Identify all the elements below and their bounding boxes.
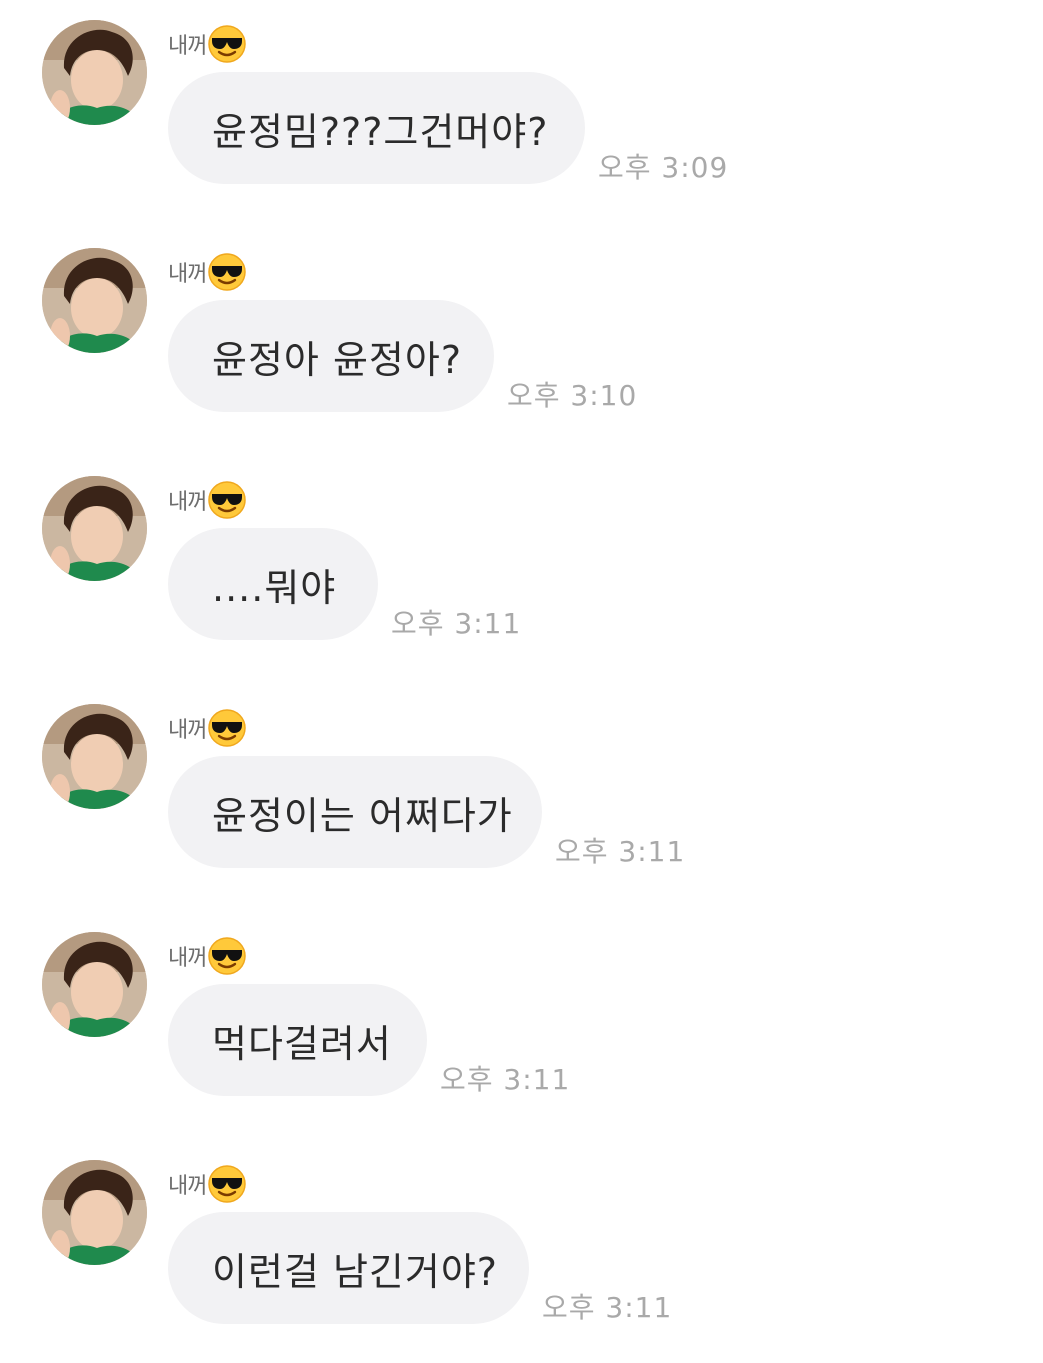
sender: 내꺼 xyxy=(168,478,247,522)
smiling-face-with-sunglasses-icon xyxy=(207,1164,247,1204)
message-bubble[interactable]: 윤정아 윤정아? xyxy=(168,300,494,412)
sender: 내꺼 xyxy=(168,706,247,750)
sender-name: 내꺼 xyxy=(168,262,207,287)
message-text: 윤정이는 어쩌다가 xyxy=(212,793,513,838)
message-bubble[interactable]: 먹다걸려서 xyxy=(168,984,427,1096)
chat-message-list: 내꺼 윤정밈???그건머야? 오후 3:09 내꺼 윤정아 윤정아? 오후 3:… xyxy=(0,0,1043,1363)
sender: 내꺼 xyxy=(168,22,247,66)
smiling-face-with-sunglasses-icon xyxy=(207,936,247,976)
message-text: 먹다걸려서 xyxy=(212,1021,392,1066)
sender: 내꺼 xyxy=(168,250,247,294)
smiling-face-with-sunglasses-icon xyxy=(207,708,247,748)
message-time: 오후 3:11 xyxy=(555,835,686,868)
smiling-face-with-sunglasses-icon xyxy=(207,480,247,520)
sender: 내꺼 xyxy=(168,934,247,978)
sender-name: 내꺼 xyxy=(168,718,207,743)
sender-name: 내꺼 xyxy=(168,490,207,515)
chat-message: 내꺼 윤정이는 어쩌다가 오후 3:11 xyxy=(0,704,1043,904)
sender-name: 내꺼 xyxy=(168,1174,207,1199)
avatar[interactable] xyxy=(42,932,147,1037)
sender-name: 내꺼 xyxy=(168,946,207,971)
avatar[interactable] xyxy=(42,476,147,581)
message-time: 오후 3:09 xyxy=(598,151,729,184)
chat-message: 내꺼 이런걸 남긴거야? 오후 3:11 xyxy=(0,1160,1043,1360)
message-bubble[interactable]: ....뭐야 xyxy=(168,528,378,640)
message-text: ....뭐야 xyxy=(212,565,337,610)
chat-message: 내꺼 윤정아 윤정아? 오후 3:10 xyxy=(0,248,1043,448)
message-time: 오후 3:10 xyxy=(507,379,638,412)
chat-message: 내꺼 윤정밈???그건머야? 오후 3:09 xyxy=(0,20,1043,220)
message-text: 윤정밈???그건머야? xyxy=(212,109,549,154)
message-text: 윤정아 윤정아? xyxy=(212,337,463,382)
chat-message: 내꺼 ....뭐야 오후 3:11 xyxy=(0,476,1043,676)
avatar[interactable] xyxy=(42,704,147,809)
message-time: 오후 3:11 xyxy=(542,1291,673,1324)
message-time: 오후 3:11 xyxy=(440,1063,571,1096)
message-text: 이런걸 남긴거야? xyxy=(212,1249,498,1294)
smiling-face-with-sunglasses-icon xyxy=(207,252,247,292)
avatar[interactable] xyxy=(42,248,147,353)
smiling-face-with-sunglasses-icon xyxy=(207,24,247,64)
message-bubble[interactable]: 이런걸 남긴거야? xyxy=(168,1212,529,1324)
message-bubble[interactable]: 윤정이는 어쩌다가 xyxy=(168,756,542,868)
message-time: 오후 3:11 xyxy=(391,607,522,640)
avatar[interactable] xyxy=(42,20,147,125)
avatar[interactable] xyxy=(42,1160,147,1265)
sender-name: 내꺼 xyxy=(168,34,207,59)
sender: 내꺼 xyxy=(168,1162,247,1206)
message-bubble[interactable]: 윤정밈???그건머야? xyxy=(168,72,585,184)
chat-message: 내꺼 먹다걸려서 오후 3:11 xyxy=(0,932,1043,1132)
